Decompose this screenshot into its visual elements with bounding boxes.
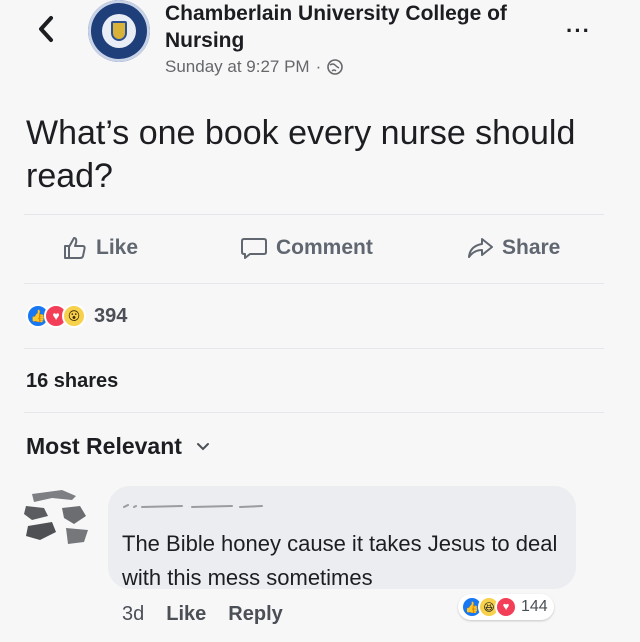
divider [24,214,604,215]
commenter-avatar[interactable] [22,486,92,548]
chevron-down-icon [196,442,209,450]
post-timestamp[interactable]: Sunday at 9:27 PM [165,57,310,77]
divider [24,283,604,284]
more-options-button[interactable]: ··· [566,18,591,44]
page-avatar-logo[interactable] [88,0,150,62]
sort-label: Most Relevant [26,433,182,459]
thumbs-up-icon [64,237,86,259]
logo-emblem [102,14,136,48]
wow-reaction-icon: 😮 [62,304,86,328]
reactions-summary[interactable]: 👍 ♥ 😮 394 [26,304,127,328]
comment-reaction-count: 144 [521,598,548,615]
post-text: What’s one book every nurse should read? [26,114,576,195]
post-meta: Sunday at 9:27 PM · [165,57,344,77]
comment-sort-dropdown[interactable]: Most Relevant [26,433,210,460]
like-button[interactable]: Like [62,235,138,261]
page-name[interactable]: Chamberlain University College of Nursin… [165,0,565,54]
comment-text: The Bible honey cause it takes Jesus to … [122,531,558,590]
comment-reactions[interactable]: 👍 😆 ♥ 144 [458,594,554,620]
shield-icon [111,21,127,41]
share-button[interactable]: Share [466,235,560,261]
redacted-commenter-name [123,504,263,508]
comment-reply-button[interactable]: Reply [228,603,282,626]
share-label: Share [502,236,561,259]
back-chevron-icon[interactable] [34,14,60,44]
meta-separator: · [315,57,322,76]
share-arrow-icon [468,238,493,258]
comment-actions: 3d Like Reply [122,603,283,626]
globe-icon [327,59,344,75]
divider [24,348,604,349]
shares-count[interactable]: 16 shares [26,370,118,393]
love-reaction-icon: ♥ [495,596,517,618]
comment-label: Comment [276,236,373,259]
comment-button[interactable]: Comment [240,235,373,261]
comment-like-button[interactable]: Like [166,603,206,626]
like-label: Like [96,236,139,259]
divider [24,412,604,413]
comment-age[interactable]: 3d [122,603,144,626]
comment-bubble-icon [241,238,267,259]
reaction-count: 394 [94,304,128,327]
